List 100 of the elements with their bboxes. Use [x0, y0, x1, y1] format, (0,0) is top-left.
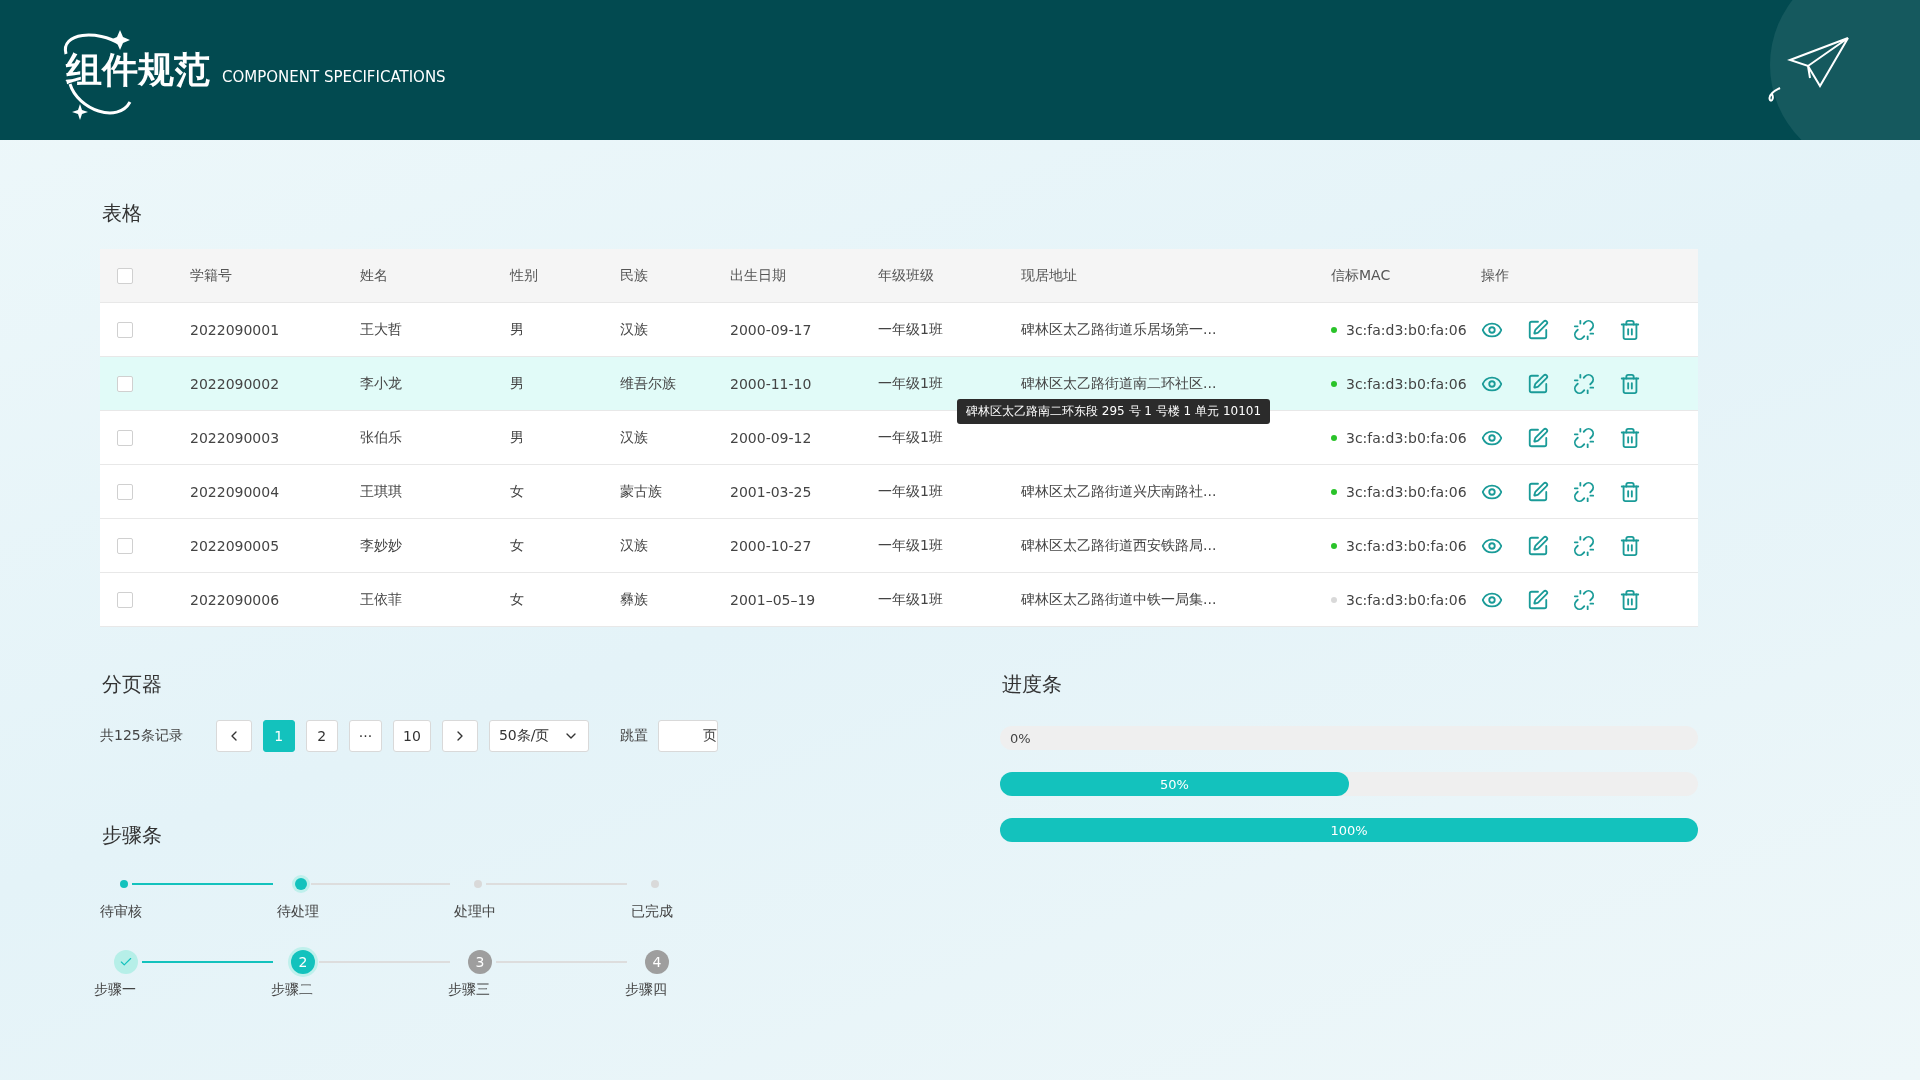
delete-icon[interactable] [1619, 372, 1641, 395]
column-header: 现居地址 [1021, 266, 1077, 285]
edit-icon[interactable] [1527, 534, 1549, 557]
edit-icon[interactable] [1527, 372, 1549, 395]
table-cell: 李小龙 [360, 374, 402, 393]
table-cell: 女 [510, 536, 524, 555]
table-cell: 女 [510, 482, 524, 501]
table-cell: 汉族 [620, 320, 648, 339]
checkbox[interactable] [117, 375, 133, 392]
unlink-icon[interactable] [1573, 372, 1595, 395]
unlink-icon[interactable] [1573, 534, 1595, 557]
table-cell: 碑林区太乙路街道中铁一局集... [1021, 590, 1217, 607]
step-label: 步骤四 [625, 981, 667, 999]
table-cell: 维吾尔族 [620, 374, 676, 393]
table-cell: 碑林区太乙路街道乐居场第一... [1021, 320, 1217, 337]
column-header: 年级班级 [878, 266, 934, 285]
checkbox[interactable] [117, 267, 133, 284]
checkbox[interactable] [117, 483, 133, 500]
address-tooltip: 碑林区太乙路南二环东段 295 号 1 号楼 1 单元 10101 [957, 399, 1271, 424]
section-title: 分页器 [102, 671, 163, 698]
unlink-icon[interactable] [1573, 318, 1595, 341]
unlink-icon[interactable] [1573, 480, 1595, 503]
table-cell: 男 [510, 320, 524, 339]
column-header: 出生日期 [730, 266, 786, 285]
table-cell: 一年级1班 [878, 482, 943, 501]
column-header: 学籍号 [190, 266, 232, 285]
column-header: 信标MAC [1331, 266, 1391, 285]
table-cell: 张伯乐 [360, 428, 402, 447]
step-label: 步骤一 [94, 981, 136, 999]
page-size-select[interactable]: 50条/页 [488, 720, 590, 752]
delete-icon[interactable] [1619, 480, 1641, 503]
table-cell: 王大哲 [360, 320, 402, 339]
table-cell: 3c:fa:d3:b0:fa:06 [1346, 591, 1467, 608]
delete-icon[interactable] [1619, 534, 1641, 557]
table-cell: 2000-09-17 [730, 321, 812, 338]
column-header: 民族 [620, 266, 648, 285]
edit-icon[interactable] [1527, 426, 1549, 449]
checkbox[interactable] [117, 537, 133, 554]
table-cell: 2022090002 [190, 375, 280, 392]
page-button[interactable]: 10 [393, 720, 431, 752]
table-cell: 2001–05–19 [730, 591, 816, 608]
column-header: 操作 [1481, 266, 1509, 285]
step-label: 已完成 [631, 903, 673, 921]
table-cell: 汉族 [620, 428, 648, 447]
table-cell: 碑林区太乙路街道兴庆南路社... [1021, 482, 1217, 499]
table-cell: 王依菲 [360, 590, 402, 609]
table-cell: 男 [510, 374, 524, 393]
section-title: 步骤条 [102, 822, 163, 849]
edit-icon[interactable] [1527, 588, 1549, 611]
checkbox[interactable] [117, 429, 133, 446]
page-subtitle: COMPONENT SPECIFICATIONS [222, 68, 446, 86]
step-label: 步骤二 [271, 981, 313, 999]
step-label: 处理中 [454, 903, 496, 921]
table-cell: 一年级1班 [878, 590, 943, 609]
table-cell: 2000-09-12 [730, 429, 812, 446]
table-cell: 2022090001 [190, 321, 280, 338]
table-cell: 碑林区太乙路街道西安铁路局... [1021, 536, 1217, 553]
jump-label: 跳置 [620, 727, 649, 745]
column-header: 姓名 [360, 266, 388, 285]
checkbox[interactable] [117, 591, 133, 608]
table-cell: 王琪琪 [360, 482, 402, 501]
delete-icon[interactable] [1619, 318, 1641, 341]
unlink-icon[interactable] [1573, 426, 1595, 449]
jump-input-field[interactable]: 页 [658, 720, 719, 752]
section-title: 表格 [102, 200, 143, 227]
table-cell: 3c:fa:d3:b0:fa:06 [1346, 537, 1467, 554]
previous-page-button[interactable] [215, 720, 252, 752]
total-count: 共125条记录 [100, 727, 183, 745]
step-label: 待审核 [100, 903, 142, 921]
table-cell: 3c:fa:d3:b0:fa:06 [1346, 321, 1467, 338]
table-cell: 3c:fa:d3:b0:fa:06 [1346, 483, 1467, 500]
progress-reading: 50% [1160, 776, 1189, 792]
page-button[interactable]: ··· [348, 720, 383, 752]
check-icon [119, 955, 133, 969]
table-cell: 蒙古族 [620, 482, 662, 501]
table-cell: 2001-03-25 [730, 483, 812, 500]
page-button[interactable]: 2 [305, 720, 338, 752]
table-cell: 女 [510, 590, 524, 609]
table-cell: 2022090006 [190, 591, 280, 608]
delete-icon[interactable] [1619, 426, 1641, 449]
table-cell: 一年级1班 [878, 536, 943, 555]
progress-reading: 0% [1010, 730, 1031, 746]
step-label: 步骤三 [448, 981, 490, 999]
table-cell: 汉族 [620, 536, 648, 555]
next-page-button[interactable] [441, 720, 478, 752]
progress-reading: 100% [1330, 822, 1368, 838]
page-title: 组件规范 [66, 47, 210, 92]
table-cell: 3c:fa:d3:b0:fa:06 [1346, 375, 1467, 392]
table-cell: 一年级1班 [878, 320, 943, 339]
edit-icon[interactable] [1527, 480, 1549, 503]
checkbox[interactable] [117, 321, 133, 338]
table-cell: 一年级1班 [878, 428, 943, 447]
unlink-icon[interactable] [1573, 588, 1595, 611]
edit-icon[interactable] [1527, 318, 1549, 341]
table-cell: 男 [510, 428, 524, 447]
step-number: 2 [291, 950, 315, 974]
table-cell: 一年级1班 [878, 374, 943, 393]
step-label: 待处理 [277, 903, 319, 921]
section-title: 进度条 [1002, 671, 1063, 698]
delete-icon[interactable] [1619, 588, 1641, 611]
